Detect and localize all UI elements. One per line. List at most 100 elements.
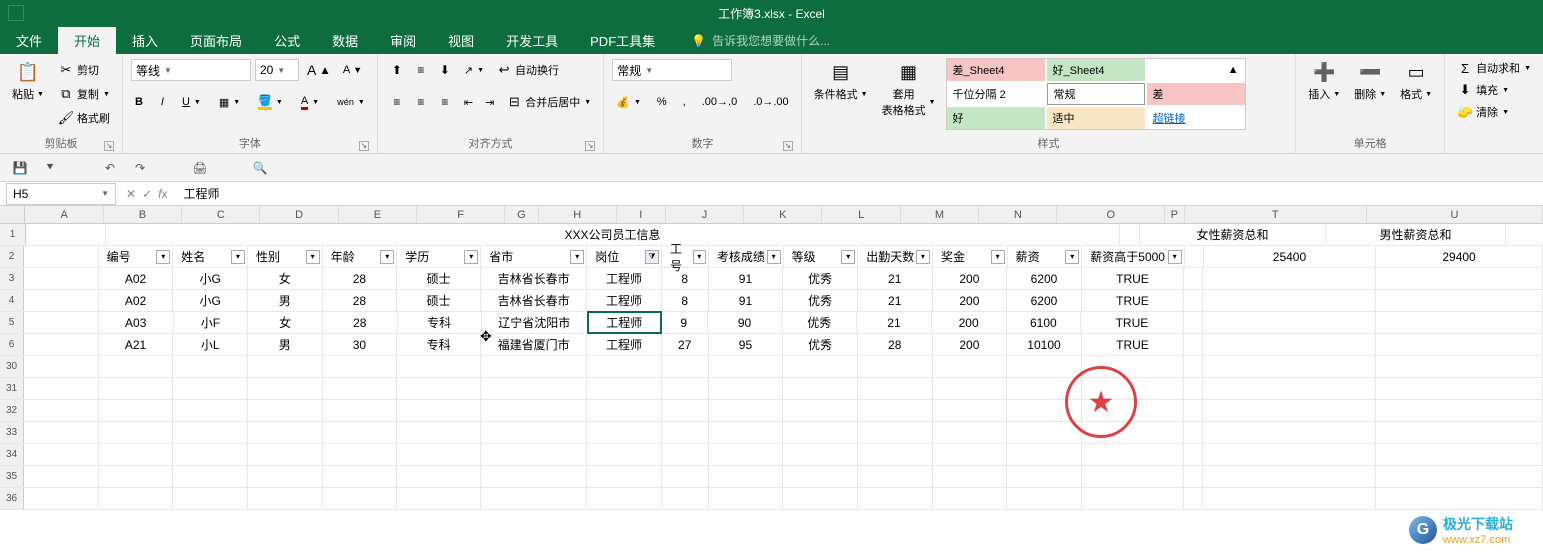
filter-header[interactable]: 年龄▾: [323, 246, 398, 267]
cell-styles-gallery[interactable]: 差_Sheet4 好_Sheet4 千位分隔 2 常规 ▲ 差 好 适中 超链接: [946, 58, 1246, 130]
cell[interactable]: [1007, 466, 1082, 487]
cell[interactable]: [397, 444, 481, 465]
style-gallery-up[interactable]: ▲: [1147, 59, 1245, 81]
cell[interactable]: [99, 356, 174, 377]
cell[interactable]: [481, 400, 587, 421]
style-warn[interactable]: 适中: [1047, 107, 1145, 129]
row-header[interactable]: 2: [0, 246, 24, 267]
currency-button[interactable]: 💰▼: [612, 94, 645, 111]
filter-dropdown-icon[interactable]: ▾: [464, 250, 478, 264]
cell[interactable]: [1376, 268, 1543, 289]
cell[interactable]: [323, 444, 398, 465]
cell[interactable]: [858, 466, 933, 487]
cell[interactable]: [1082, 488, 1184, 509]
cell[interactable]: [1184, 356, 1203, 377]
cell[interactable]: [783, 444, 858, 465]
tab-view[interactable]: 视图: [432, 27, 490, 54]
filter-dropdown-icon[interactable]: ▾: [306, 250, 320, 264]
orientation-button[interactable]: ↗▼: [460, 62, 488, 79]
clear-button[interactable]: 🧽清除▼: [1453, 102, 1535, 122]
align-top-button[interactable]: ⬆: [386, 59, 408, 81]
cell[interactable]: [587, 400, 662, 421]
cell[interactable]: 硕士: [397, 290, 481, 311]
cell[interactable]: [858, 356, 933, 377]
cell[interactable]: 工程师: [587, 268, 662, 289]
cell[interactable]: [1376, 290, 1543, 311]
tab-data[interactable]: 数据: [316, 27, 374, 54]
cell[interactable]: [858, 378, 933, 399]
cell[interactable]: 优秀: [782, 312, 857, 333]
cell[interactable]: [662, 422, 709, 443]
cell[interactable]: 21: [857, 312, 932, 333]
cell[interactable]: 优秀: [783, 290, 858, 311]
col-header[interactable]: C: [182, 206, 260, 223]
cell[interactable]: [1184, 444, 1203, 465]
cell[interactable]: [99, 488, 174, 509]
cell[interactable]: TRUE: [1082, 290, 1184, 311]
row-header[interactable]: 5: [0, 312, 24, 333]
cell[interactable]: A03: [99, 312, 174, 333]
cell[interactable]: [1376, 466, 1543, 487]
cell[interactable]: 200: [933, 268, 1008, 289]
cell[interactable]: [783, 356, 858, 377]
cell[interactable]: [933, 356, 1008, 377]
fill-button[interactable]: ⬇填充▼: [1453, 80, 1535, 100]
cell[interactable]: 工程师: [587, 311, 662, 334]
cell[interactable]: [24, 488, 99, 509]
cell[interactable]: [933, 488, 1008, 509]
cell[interactable]: [248, 466, 323, 487]
row-header[interactable]: 32: [0, 400, 24, 421]
cell[interactable]: [173, 444, 248, 465]
cell[interactable]: [1376, 312, 1543, 333]
cell[interactable]: [173, 466, 248, 487]
name-box[interactable]: H5▼: [6, 183, 116, 205]
cell[interactable]: [587, 422, 662, 443]
cell[interactable]: [24, 356, 99, 377]
col-header[interactable]: H: [539, 206, 617, 223]
cell[interactable]: [24, 246, 99, 267]
cell[interactable]: [24, 312, 99, 333]
tab-formulas[interactable]: 公式: [258, 27, 316, 54]
cell[interactable]: 28: [858, 334, 933, 355]
undo-button[interactable]: ↶: [100, 158, 120, 178]
cell[interactable]: [1185, 246, 1204, 267]
cell[interactable]: [1007, 422, 1082, 443]
filter-header[interactable]: 姓名▾: [173, 246, 248, 267]
cell[interactable]: [1184, 488, 1203, 509]
decrease-indent-button[interactable]: ⇤: [460, 94, 477, 111]
cell[interactable]: [24, 422, 99, 443]
cell[interactable]: 小G: [173, 290, 248, 311]
cell[interactable]: [397, 356, 481, 377]
style-comma[interactable]: 千位分隔 2: [947, 83, 1045, 105]
percent-button[interactable]: %: [653, 94, 671, 110]
cell[interactable]: 专科: [398, 312, 482, 333]
cell[interactable]: 吉林省长春市: [481, 290, 587, 311]
paste-button[interactable]: 📋 粘贴▼: [8, 58, 48, 130]
redo-button[interactable]: ↷: [130, 158, 150, 178]
cell[interactable]: 优秀: [783, 334, 858, 355]
decrease-decimal-button[interactable]: .0→.00: [749, 94, 792, 110]
cell[interactable]: [933, 400, 1008, 421]
cell[interactable]: 10100: [1007, 334, 1082, 355]
cell[interactable]: [24, 290, 99, 311]
filter-header[interactable]: 薪资▾: [1008, 246, 1083, 267]
cell[interactable]: 6200: [1007, 268, 1082, 289]
cell[interactable]: [662, 400, 709, 421]
formula-input[interactable]: 工程师: [177, 185, 1543, 202]
tab-layout[interactable]: 页面布局: [174, 27, 258, 54]
cell[interactable]: [24, 466, 99, 487]
style-good[interactable]: 好_Sheet4: [1047, 59, 1145, 81]
style-good2[interactable]: 好: [947, 107, 1045, 129]
cell[interactable]: 27: [662, 334, 709, 355]
cell[interactable]: [662, 444, 709, 465]
col-header[interactable]: J: [666, 206, 744, 223]
increase-indent-button[interactable]: ⇥: [481, 94, 498, 111]
cell[interactable]: 8: [662, 290, 709, 311]
col-header[interactable]: F: [417, 206, 505, 223]
cell[interactable]: [1376, 400, 1543, 421]
style-link[interactable]: 超链接: [1147, 107, 1245, 129]
select-all-corner[interactable]: [0, 206, 25, 223]
cell[interactable]: 28: [323, 268, 398, 289]
cell[interactable]: [1203, 312, 1376, 333]
filter-header[interactable]: 省市▾: [481, 246, 587, 267]
